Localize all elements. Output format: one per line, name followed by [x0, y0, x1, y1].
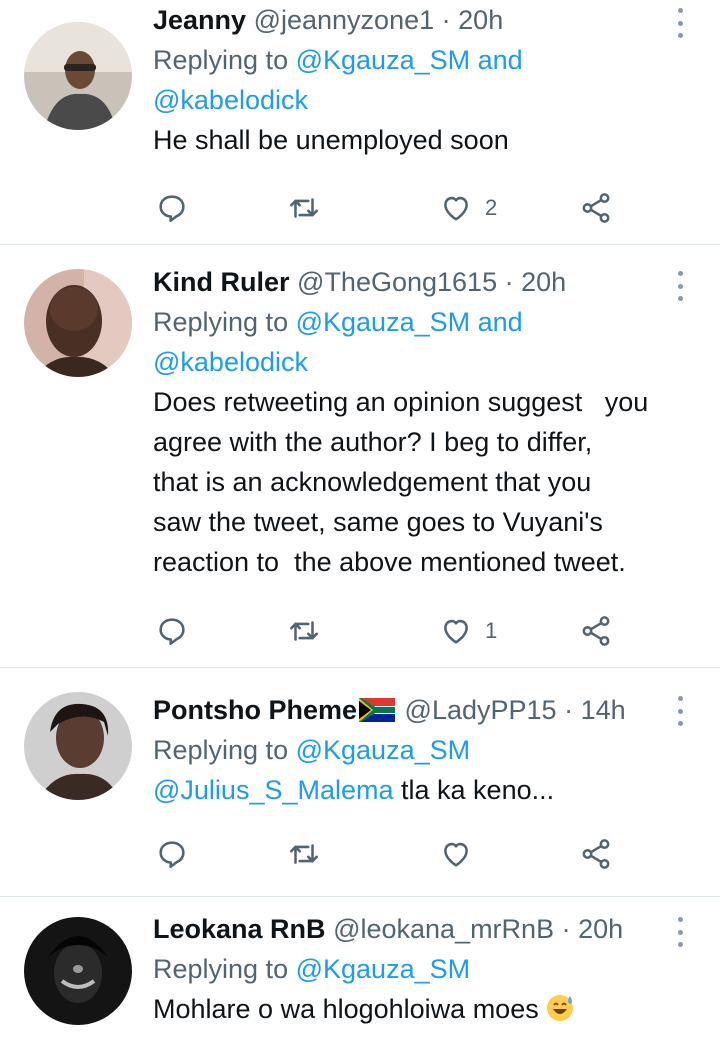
heart-icon [444, 842, 468, 867]
timestamp[interactable]: 20h [458, 5, 503, 35]
share-icon [582, 193, 610, 223]
more-options-icon[interactable] [676, 696, 684, 726]
replying-to-line-2: @kabelodick [153, 342, 690, 382]
retweet-icon [289, 844, 319, 864]
like-button[interactable]: 1 [439, 611, 497, 651]
retweet-button[interactable] [287, 188, 321, 228]
like-button[interactable] [439, 834, 485, 874]
tweet-actions: 1 [155, 611, 615, 651]
avatar[interactable] [24, 692, 132, 800]
timestamp[interactable]: 14h [581, 695, 626, 725]
tweet-leokana[interactable]: Leokana RnB @leokana_mrRnB · 20h Replyin… [0, 897, 720, 1040]
like-button[interactable]: 2 [439, 188, 497, 228]
tweet-actions: 2 [155, 188, 615, 228]
tweet-text-line: that is an acknowledgement that you [153, 467, 592, 497]
avatar[interactable] [24, 917, 132, 1025]
user-handle[interactable]: @TheGong1615 [297, 267, 497, 297]
reply-icon [159, 618, 185, 646]
replying-to-label: Replying to [153, 45, 289, 75]
like-count: 2 [485, 195, 498, 220]
display-name[interactable]: Jeanny [153, 5, 246, 35]
reply-mention-joiner[interactable]: and [478, 45, 523, 75]
user-handle[interactable]: @leokana_mrRnB [333, 914, 554, 944]
reply-mention-link[interactable]: @Kgauza_SM [296, 954, 471, 984]
reply-button[interactable] [155, 834, 189, 874]
tweet-text: @Julius_S_Malema tla ka keno... [153, 770, 690, 810]
tweet-text-line: agree with the author? I beg to differ, [153, 427, 593, 457]
tweet-text: He shall be unemployed soon [153, 125, 509, 155]
replying-to-line: Replying to @Kgauza_SM and [153, 302, 690, 342]
separator-dot: · [504, 267, 514, 297]
separator-dot: · [561, 914, 571, 944]
reply-feed: Jeanny @jeannyzone1 · 20h Replying to @K… [0, 0, 720, 1040]
replying-to-line: Replying to @Kgauza_SM [153, 730, 690, 770]
tweet-header: Kind Ruler @TheGong1615 · 20h [153, 262, 690, 302]
retweet-button[interactable] [287, 611, 321, 651]
user-handle[interactable]: @LadyPP15 [405, 695, 557, 725]
replying-to-label: Replying to [153, 954, 289, 984]
display-name[interactable]: Kind Ruler [153, 267, 290, 297]
share-button[interactable] [579, 188, 613, 228]
reply-mention-link[interactable]: @kabelodick [153, 85, 308, 115]
tweet-text: Mohlare o wa hlogohloiwa moes [153, 989, 690, 1029]
display-name[interactable]: Leokana RnB [153, 914, 326, 944]
replying-to-label: Replying to [153, 735, 289, 765]
retweet-icon [289, 621, 319, 641]
tweet-text-line: Mohlare o wa hlogohloiwa moes [153, 994, 539, 1024]
south-africa-flag-icon [359, 698, 396, 722]
tweet-kind-ruler[interactable]: Kind Ruler @TheGong1615 · 20h Replying t… [0, 245, 720, 668]
replying-to-line-2: @kabelodick [153, 80, 690, 120]
tweet-text-line: reaction to the above mentioned tweet. [153, 547, 626, 577]
heart-icon [444, 196, 468, 221]
tweet-text-line: saw the tweet, same goes to Vuyani's [153, 507, 603, 537]
heart-icon [444, 619, 468, 644]
display-name[interactable]: Pontsho Pheme [153, 695, 357, 725]
separator-dot: · [564, 695, 574, 725]
more-options-icon[interactable] [676, 8, 684, 38]
share-button[interactable] [579, 834, 613, 874]
more-options-icon[interactable] [676, 271, 684, 301]
more-options-icon[interactable] [676, 917, 684, 947]
share-icon [582, 616, 610, 646]
reply-mention-link[interactable]: @kabelodick [153, 347, 308, 377]
body-mention-link[interactable]: @Julius_S_Malema [153, 775, 394, 805]
user-handle[interactable]: @jeannyzone1 [254, 5, 435, 35]
share-button[interactable] [579, 611, 613, 651]
reply-mention-link[interactable]: @Kgauza_SM [296, 45, 471, 75]
grinning-sweat-emoji-icon [546, 995, 573, 1021]
avatar[interactable] [24, 269, 132, 377]
tweet-header: Jeanny @jeannyzone1 · 20h [153, 0, 690, 40]
replying-to-label: Replying to [153, 307, 289, 337]
tweet-jeanny[interactable]: Jeanny @jeannyzone1 · 20h Replying to @K… [0, 0, 720, 245]
reply-mention-link[interactable]: @Kgauza_SM [296, 735, 471, 765]
replying-to-line: Replying to @Kgauza_SM and [153, 40, 690, 80]
tweet-header: Leokana RnB @leokana_mrRnB · 20h [153, 909, 690, 949]
share-icon [582, 839, 610, 869]
reply-mention-joiner[interactable]: and [478, 307, 523, 337]
timestamp[interactable]: 20h [578, 914, 623, 944]
tweet-pontsho[interactable]: Pontsho Pheme @LadyPP15 · 14h Replying t… [0, 668, 720, 897]
like-count: 1 [485, 618, 498, 643]
tweet-header: Pontsho Pheme @LadyPP15 · 14h [153, 690, 690, 730]
reply-button[interactable] [155, 188, 189, 228]
timestamp[interactable]: 20h [521, 267, 566, 297]
reply-icon [159, 841, 185, 869]
reply-icon [159, 195, 185, 223]
tweet-text-line: Does retweeting an opinion suggest you [153, 387, 649, 417]
tweet-actions [155, 834, 615, 874]
reply-button[interactable] [155, 611, 189, 651]
retweet-icon [289, 198, 319, 218]
tweet-text-rest: tla ka keno... [393, 775, 555, 805]
reply-mention-link[interactable]: @Kgauza_SM [296, 307, 471, 337]
retweet-button[interactable] [287, 834, 321, 874]
separator-dot: · [441, 5, 451, 35]
avatar[interactable] [24, 22, 132, 130]
replying-to-line: Replying to @Kgauza_SM [153, 949, 690, 989]
